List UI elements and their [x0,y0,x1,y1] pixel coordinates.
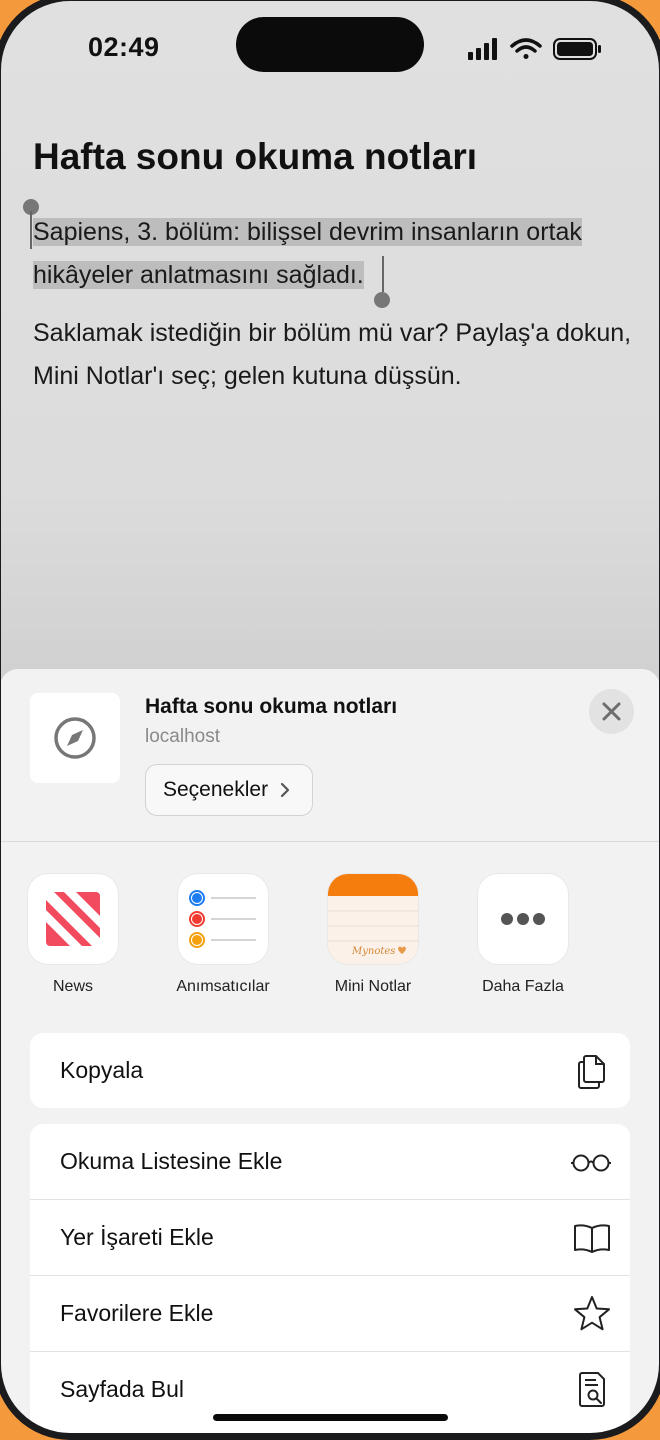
selection-start-caret [30,211,32,249]
options-button[interactable]: Seçenekler [145,764,313,816]
app-label-news: News [52,978,93,995]
app-reminders[interactable]: Anımsatıcılar [148,874,298,1004]
app-label-reminders: Anımsatıcılar [176,978,270,995]
action-group-page: Okuma Listesine Ekle Yer İşareti Ekle Fa… [30,1124,630,1434]
compass-icon [54,717,96,759]
action-copy[interactable]: Kopyala [30,1033,630,1108]
action-favorites[interactable]: Favorilere Ekle [30,1275,630,1351]
close-button[interactable] [589,689,634,734]
close-icon [602,702,621,721]
mini-notes-icon: Mynotes [328,874,418,964]
action-reading-list-label: Okuma Listesine Ekle [60,1148,283,1174]
status-time: 02:49 [88,32,160,62]
app-mini-notes[interactable]: Mynotes Mini Notlar [298,874,448,1004]
action-reading-list[interactable]: Okuma Listesine Ekle [30,1124,630,1199]
app-news[interactable]: News [0,874,148,1004]
page-paragraph: Saklamak istediğin bir bölüm mü var? Pay… [33,319,632,390]
page-title: Hafta sonu okuma notları [33,136,478,177]
glasses-icon [571,1154,611,1172]
action-group-copy: Kopyala [30,1033,630,1108]
app-label-mini-notes: Mini Notlar [334,978,412,995]
app-more[interactable]: Daha Fazla [448,874,598,1004]
more-icon [478,874,568,964]
options-label: Seçenekler [163,778,269,801]
selected-line-1: Sapiens, 3. bölüm: bilişsel devrim insan… [33,218,582,246]
action-find-in-page-label: Sayfada Bul [60,1376,185,1402]
selection-end-caret [382,256,384,292]
page-thumbnail [30,693,120,783]
sheet-divider [0,841,660,842]
home-indicator[interactable] [213,1414,448,1421]
status-icons [468,38,601,60]
find-in-page-icon [579,1372,605,1407]
dynamic-island [236,17,424,72]
action-favorites-label: Favorilere Ekle [60,1300,214,1326]
wifi-icon [510,38,542,59]
battery-icon [553,38,601,60]
share-sheet: Hafta sonu okuma notları localhost Seçen… [0,669,660,1434]
mini-notes-icon-text: Mynotes [351,946,395,957]
selection-end-handle[interactable] [374,292,390,308]
selected-text[interactable]: Sapiens, 3. bölüm: bilişsel devrim insan… [33,211,633,297]
book-icon [574,1224,610,1253]
reminders-icon [178,874,268,964]
news-icon [28,874,118,964]
action-bookmark-label: Yer İşareti Ekle [60,1224,214,1250]
chevron-right-icon [280,782,290,798]
cellular-signal-icon [468,38,497,60]
share-title: Hafta sonu okuma notları [145,695,398,718]
app-label-more: Daha Fazla [482,978,564,995]
share-subtitle: localhost [145,726,220,747]
selected-line-2: hikâyeler anlatmasını sağladı. [33,261,364,289]
action-copy-label: Kopyala [60,1057,144,1083]
copy-icon [578,1055,605,1089]
action-bookmark[interactable]: Yer İşareti Ekle [30,1199,630,1275]
phone-screen: 02:49 Hafta sonu okuma notları Sapiens, … [0,0,660,1434]
star-icon [574,1296,610,1331]
